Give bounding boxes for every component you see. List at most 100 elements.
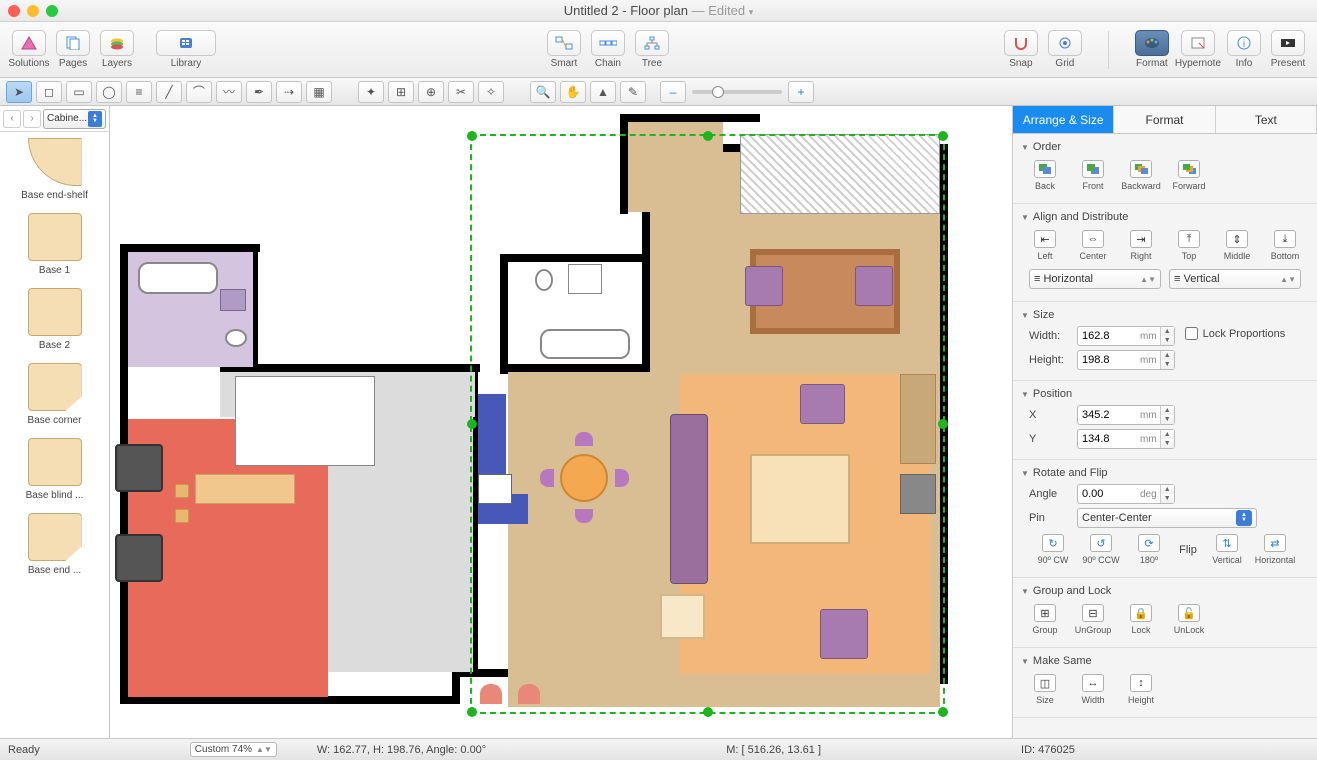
y-field[interactable]: mm▲▼ bbox=[1077, 429, 1175, 449]
section-header-position[interactable]: Position bbox=[1021, 385, 1309, 403]
connector-tool[interactable]: ⇢ bbox=[276, 81, 302, 103]
library-item[interactable]: Base end ... bbox=[0, 507, 109, 582]
rotate-180-button[interactable]: ⟳180º bbox=[1125, 534, 1173, 565]
order-backward-button[interactable]: Backward bbox=[1117, 160, 1165, 191]
library-item[interactable]: Base end-shelf bbox=[0, 132, 109, 207]
eyedropper-tool[interactable]: ✎ bbox=[620, 81, 646, 103]
minimize-window-button[interactable] bbox=[27, 5, 39, 17]
window-controls bbox=[8, 5, 58, 17]
angle-field[interactable]: deg▲▼ bbox=[1077, 484, 1175, 504]
format-panel-button[interactable]: Format bbox=[1131, 30, 1173, 69]
layers-button[interactable]: Layers bbox=[96, 30, 138, 69]
section-header-size[interactable]: Size bbox=[1021, 306, 1309, 324]
zoom-in-button[interactable]: + bbox=[788, 81, 814, 103]
library-item[interactable]: Base corner bbox=[0, 357, 109, 432]
flip-vertical-button[interactable]: ⇅Vertical bbox=[1203, 534, 1251, 565]
close-window-button[interactable] bbox=[8, 5, 20, 17]
smart-connector-button[interactable]: Smart bbox=[543, 30, 585, 69]
section-header-order[interactable]: Order bbox=[1021, 138, 1309, 156]
library-item[interactable]: Base 2 bbox=[0, 282, 109, 357]
arc-tool[interactable]: ⌒ bbox=[186, 81, 212, 103]
solutions-button[interactable]: Solutions bbox=[8, 30, 50, 69]
align-right-button[interactable]: ⇥Right bbox=[1117, 230, 1165, 261]
width-label: Width: bbox=[1029, 330, 1071, 342]
order-front-button[interactable]: Front bbox=[1069, 160, 1117, 191]
align-center-button[interactable]: ⇔Center bbox=[1069, 230, 1117, 261]
unlock-button[interactable]: 🔓UnLock bbox=[1165, 604, 1213, 635]
same-height-button[interactable]: ↕Height bbox=[1117, 674, 1165, 705]
stamp-tool[interactable]: ▦ bbox=[306, 81, 332, 103]
align-bottom-button[interactable]: ⤓Bottom bbox=[1261, 230, 1309, 261]
y-label: Y bbox=[1029, 433, 1071, 445]
height-field[interactable]: mm▲▼ bbox=[1077, 350, 1175, 370]
bucket-tool[interactable]: ▲ bbox=[590, 81, 616, 103]
align-left-button[interactable]: ⇤Left bbox=[1021, 230, 1069, 261]
rotate-90cw-button[interactable]: ↻90º CW bbox=[1029, 534, 1077, 565]
pan-tool[interactable]: ✋ bbox=[560, 81, 586, 103]
same-width-button[interactable]: ↔Width bbox=[1069, 674, 1117, 705]
content-area: ‹ › Cabine... ▲▼ Base end-shelf Base 1 B… bbox=[0, 106, 1317, 738]
pointer-tool[interactable]: ➤ bbox=[6, 81, 32, 103]
tab-format[interactable]: Format bbox=[1114, 106, 1215, 133]
distribute-vertical-select[interactable]: ≡ Vertical▲▼ bbox=[1169, 269, 1301, 289]
order-back-button[interactable]: Back bbox=[1021, 160, 1069, 191]
x-field[interactable]: mm▲▼ bbox=[1077, 405, 1175, 425]
present-button[interactable]: Present bbox=[1267, 30, 1309, 69]
same-size-button[interactable]: ◫Size bbox=[1021, 674, 1069, 705]
rotate-90ccw-button[interactable]: ↺90º CCW bbox=[1077, 534, 1125, 565]
zoom-window-button[interactable] bbox=[46, 5, 58, 17]
zoom-level-select[interactable]: Custom 74%▲▼ bbox=[190, 742, 277, 757]
library-item[interactable]: Base 1 bbox=[0, 207, 109, 282]
lock-button[interactable]: 🔒Lock bbox=[1117, 604, 1165, 635]
break-tool[interactable]: ✂ bbox=[448, 81, 474, 103]
group-button[interactable]: ⊞Group bbox=[1021, 604, 1069, 635]
zoom-slider[interactable] bbox=[692, 90, 782, 94]
hypernote-button[interactable]: Hypernote bbox=[1175, 30, 1221, 69]
drawing-canvas[interactable] bbox=[110, 106, 1012, 738]
tab-text[interactable]: Text bbox=[1216, 106, 1317, 133]
ungroup-button[interactable]: ⊟UnGroup bbox=[1069, 604, 1117, 635]
text-tool[interactable]: ≡ bbox=[126, 81, 152, 103]
main-toolbar: Solutions Pages Layers Library Smart Cha… bbox=[0, 22, 1317, 78]
union-tool[interactable]: ⊕ bbox=[418, 81, 444, 103]
section-header-same[interactable]: Make Same bbox=[1021, 652, 1309, 670]
rect-tool[interactable]: ▭ bbox=[66, 81, 92, 103]
pen-tool[interactable]: ✒ bbox=[246, 81, 272, 103]
align-top-button[interactable]: ⤒Top bbox=[1165, 230, 1213, 261]
lock-proportions-checkbox[interactable]: Lock Proportions bbox=[1185, 327, 1286, 340]
library-category-select[interactable]: Cabine... ▲▼ bbox=[43, 109, 106, 129]
info-button[interactable]: iInfo bbox=[1223, 30, 1265, 69]
rect-select-tool[interactable]: ◻ bbox=[36, 81, 62, 103]
tree-connector-button[interactable]: Tree bbox=[631, 30, 673, 69]
flip-horizontal-button[interactable]: ⇄Horizontal bbox=[1251, 534, 1299, 565]
ellipse-tool[interactable]: ◯ bbox=[96, 81, 122, 103]
order-forward-button[interactable]: Forward bbox=[1165, 160, 1213, 191]
group-edit-tool[interactable]: ⊞ bbox=[388, 81, 414, 103]
pin-select[interactable]: Center-Center▲▼ bbox=[1077, 508, 1257, 528]
magic-tool[interactable]: ✧ bbox=[478, 81, 504, 103]
line-tool[interactable]: ╱ bbox=[156, 81, 182, 103]
edit-points-tool[interactable]: ✦ bbox=[358, 81, 384, 103]
distribute-horizontal-select[interactable]: ≡ Horizontal▲▼ bbox=[1029, 269, 1161, 289]
tab-arrange-size[interactable]: Arrange & Size bbox=[1013, 106, 1114, 133]
align-middle-button[interactable]: ⇕Middle bbox=[1213, 230, 1261, 261]
secondary-toolbar: ➤ ◻ ▭ ◯ ≡ ╱ ⌒ 〰 ✒ ⇢ ▦ ✦ ⊞ ⊕ ✂ ✧ 🔍 ✋ ▲ ✎ … bbox=[0, 78, 1317, 106]
section-header-group[interactable]: Group and Lock bbox=[1021, 582, 1309, 600]
section-align: Align and Distribute ⇤Left ⇔Center ⇥Righ… bbox=[1013, 204, 1317, 302]
library-forward-button[interactable]: › bbox=[23, 110, 41, 128]
pages-button[interactable]: Pages bbox=[52, 30, 94, 69]
section-header-rotate[interactable]: Rotate and Flip bbox=[1021, 464, 1309, 482]
zoom-out-button[interactable]: – bbox=[660, 81, 686, 103]
snap-button[interactable]: Snap bbox=[1000, 30, 1042, 69]
section-header-align[interactable]: Align and Distribute bbox=[1021, 208, 1309, 226]
library-button[interactable]: Library bbox=[156, 30, 216, 69]
library-item[interactable]: Base blind ... bbox=[0, 432, 109, 507]
spline-tool[interactable]: 〰 bbox=[216, 81, 242, 103]
width-field[interactable]: mm▲▼ bbox=[1077, 326, 1175, 346]
section-order: Order Back Front Backward Forward bbox=[1013, 134, 1317, 204]
chain-connector-button[interactable]: Chain bbox=[587, 30, 629, 69]
library-back-button[interactable]: ‹ bbox=[3, 110, 21, 128]
section-size: Size Width: mm▲▼ Height: mm▲▼ Lock Propo… bbox=[1013, 302, 1317, 381]
grid-button[interactable]: Grid bbox=[1044, 30, 1086, 69]
zoom-tool[interactable]: 🔍 bbox=[530, 81, 556, 103]
